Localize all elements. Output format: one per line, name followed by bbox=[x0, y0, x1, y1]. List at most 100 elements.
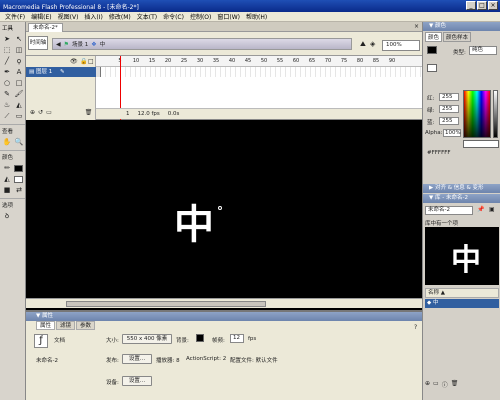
add-guide-icon[interactable]: ↺ bbox=[38, 109, 43, 116]
breadcrumb-symbol[interactable]: 中 bbox=[100, 40, 106, 48]
ink-bottle-tool-icon[interactable]: ♨ bbox=[1, 100, 13, 111]
outline-icon[interactable]: □ bbox=[88, 58, 94, 65]
menu-modify[interactable]: 修改(M) bbox=[106, 12, 134, 21]
rectangle-tool-icon[interactable]: □ bbox=[13, 78, 25, 89]
add-layer-icon[interactable]: ⊕ bbox=[30, 109, 35, 116]
tab-swatches[interactable]: 颜色样本 bbox=[443, 32, 472, 42]
new-library-icon[interactable]: ▣ bbox=[489, 206, 495, 213]
breadcrumb-scene[interactable]: 场景 1 bbox=[72, 40, 88, 48]
menu-insert[interactable]: 插入(I) bbox=[81, 12, 105, 21]
layer-frames[interactable] bbox=[96, 67, 422, 77]
menu-text[interactable]: 文本(T) bbox=[134, 12, 160, 21]
library-doc-select[interactable]: 未命名-2 bbox=[425, 206, 473, 215]
menu-commands[interactable]: 命令(C) bbox=[160, 12, 187, 21]
add-folder-icon[interactable]: ▭ bbox=[46, 109, 52, 116]
zoom-select[interactable]: 100% bbox=[382, 40, 420, 51]
menu-edit[interactable]: 编辑(E) bbox=[28, 12, 54, 21]
color-spectrum[interactable] bbox=[463, 90, 491, 138]
size-button[interactable]: 550 x 400 像素 bbox=[122, 334, 172, 344]
layer-row[interactable]: ▤ 图层 1 ✎ bbox=[26, 67, 96, 77]
hand-tool-icon[interactable]: ✋ bbox=[1, 137, 13, 148]
brush-tool-icon[interactable]: 🖌 bbox=[13, 89, 25, 100]
green-input[interactable]: 255 bbox=[439, 105, 459, 113]
library-header[interactable]: ▼ 库 - 未命名-2 bbox=[423, 194, 500, 203]
zoom-tool-icon[interactable]: 🔍 bbox=[13, 137, 25, 148]
properties-header[interactable]: ▼ 属性 bbox=[26, 312, 422, 321]
publish-settings-button[interactable]: 设置... bbox=[122, 354, 152, 364]
red-input[interactable]: 255 bbox=[439, 93, 459, 101]
frame-tick: 15 bbox=[148, 58, 156, 64]
align-info-transform-header[interactable]: ▶ 对齐 & 信息 & 变形 bbox=[423, 184, 500, 193]
menu-view[interactable]: 视图(V) bbox=[55, 12, 82, 21]
oval-tool-icon[interactable]: ○ bbox=[1, 78, 13, 89]
edit-scene-icon[interactable]: ⛰ bbox=[360, 40, 366, 49]
menu-window[interactable]: 窗口(W) bbox=[214, 12, 243, 21]
eye-icon[interactable]: 👁 bbox=[70, 58, 78, 65]
library-column-header[interactable]: 名称 ▲ bbox=[425, 288, 499, 298]
maximize-button[interactable]: □ bbox=[477, 1, 487, 10]
free-transform-tool-icon[interactable]: ⬚ bbox=[1, 45, 13, 56]
pen-tool-icon[interactable]: ✒ bbox=[1, 67, 13, 78]
lasso-tool-icon[interactable]: ϙ bbox=[13, 56, 25, 67]
device-settings-button[interactable]: 设置... bbox=[122, 376, 152, 386]
red-label: 红: bbox=[427, 96, 435, 102]
doc-tab[interactable]: 未命名-2* bbox=[28, 23, 63, 32]
mixer-fill-swatch[interactable] bbox=[427, 64, 437, 72]
delete-layer-icon[interactable]: 🗑 bbox=[85, 109, 93, 116]
edit-symbol-icon[interactable]: ◈ bbox=[370, 40, 375, 48]
snap-magnet-icon[interactable]: ꝺ bbox=[1, 211, 13, 222]
eyedropper-tool-icon[interactable]: ⟋ bbox=[1, 111, 13, 122]
fill-type-select[interactable]: 纯色 bbox=[469, 46, 497, 55]
selection-tool-icon[interactable]: ➤ bbox=[1, 34, 13, 45]
menu-help[interactable]: 帮助(H) bbox=[243, 12, 270, 21]
lock-icon[interactable]: 🔒 bbox=[80, 58, 87, 65]
close-button[interactable]: × bbox=[488, 1, 498, 10]
pencil-tool-icon[interactable]: ✎ bbox=[1, 89, 13, 100]
menu-file[interactable]: 文件(F) bbox=[2, 12, 28, 21]
back-arrow-icon[interactable]: ◀ bbox=[56, 41, 61, 48]
stage[interactable]: 中 bbox=[26, 120, 422, 310]
background-color-swatch[interactable] bbox=[196, 334, 204, 342]
black-white-icon[interactable]: ■ bbox=[1, 185, 13, 196]
fill-transform-tool-icon[interactable]: ◫ bbox=[13, 45, 25, 56]
line-tool-icon[interactable]: ╱ bbox=[1, 56, 13, 67]
scrollbar-thumb[interactable] bbox=[66, 301, 266, 307]
eraser-tool-icon[interactable]: ▭ bbox=[13, 111, 25, 122]
paint-bucket-tool-icon[interactable]: ◭ bbox=[13, 100, 25, 111]
actionscript-version: ActionScript: 2 bbox=[186, 356, 227, 362]
color-mixer-header[interactable]: ▼ 颜色 bbox=[423, 22, 500, 31]
text-tool-icon[interactable]: A bbox=[13, 67, 25, 78]
tab-properties[interactable]: 属性 bbox=[36, 321, 56, 330]
fill-swatch[interactable] bbox=[13, 174, 25, 185]
swap-colors-icon[interactable]: ⇄ bbox=[13, 185, 25, 196]
library-item[interactable]: ◆ 中 bbox=[425, 299, 499, 308]
subselection-tool-icon[interactable]: ↖ bbox=[13, 34, 25, 45]
frame-ruler[interactable]: 51015202530354045505560657075808590 bbox=[96, 56, 422, 67]
minimize-button[interactable]: _ bbox=[466, 1, 476, 10]
pin-icon[interactable]: 📌 bbox=[477, 206, 484, 213]
edit-bar: 时间轴 ◀ ⚑ 场景 1 ❖ 中 ⛰ ◈ 100% bbox=[26, 32, 422, 56]
timeline-toggle-button[interactable]: 时间轴 bbox=[28, 36, 48, 50]
blue-input[interactable]: 255 bbox=[439, 117, 459, 125]
fps-input[interactable]: 12 bbox=[230, 334, 244, 343]
brightness-slider[interactable] bbox=[493, 90, 498, 138]
tab-color-mixer[interactable]: 颜色 bbox=[425, 32, 443, 42]
mixer-stroke-swatch[interactable] bbox=[427, 46, 437, 54]
delete-icon[interactable]: 🗑 bbox=[451, 380, 459, 389]
pencil-icon: ✎ bbox=[59, 69, 65, 75]
new-folder-icon[interactable]: ▭ bbox=[433, 380, 439, 389]
stroke-swatch[interactable] bbox=[13, 163, 25, 174]
help-icon[interactable]: ? bbox=[414, 324, 417, 331]
tab-parameters[interactable]: 参数 bbox=[76, 321, 96, 330]
new-symbol-icon[interactable]: ⊕ bbox=[425, 380, 430, 389]
stroke-color-icon[interactable]: ✏ bbox=[1, 163, 13, 174]
tab-filters[interactable]: 滤镜 bbox=[56, 321, 76, 330]
alpha-input[interactable]: 100% bbox=[443, 129, 461, 137]
stage-symbol[interactable]: 中 bbox=[174, 192, 214, 250]
menu-control[interactable]: 控制(O) bbox=[187, 12, 214, 21]
stage-horizontal-scrollbar[interactable] bbox=[26, 298, 422, 308]
hex-value[interactable]: #FFFFFF bbox=[427, 150, 451, 156]
close-doc-icon[interactable]: × bbox=[414, 23, 419, 30]
fill-color-icon[interactable]: ◭ bbox=[1, 174, 13, 185]
properties-icon[interactable]: ⓘ bbox=[442, 380, 448, 389]
